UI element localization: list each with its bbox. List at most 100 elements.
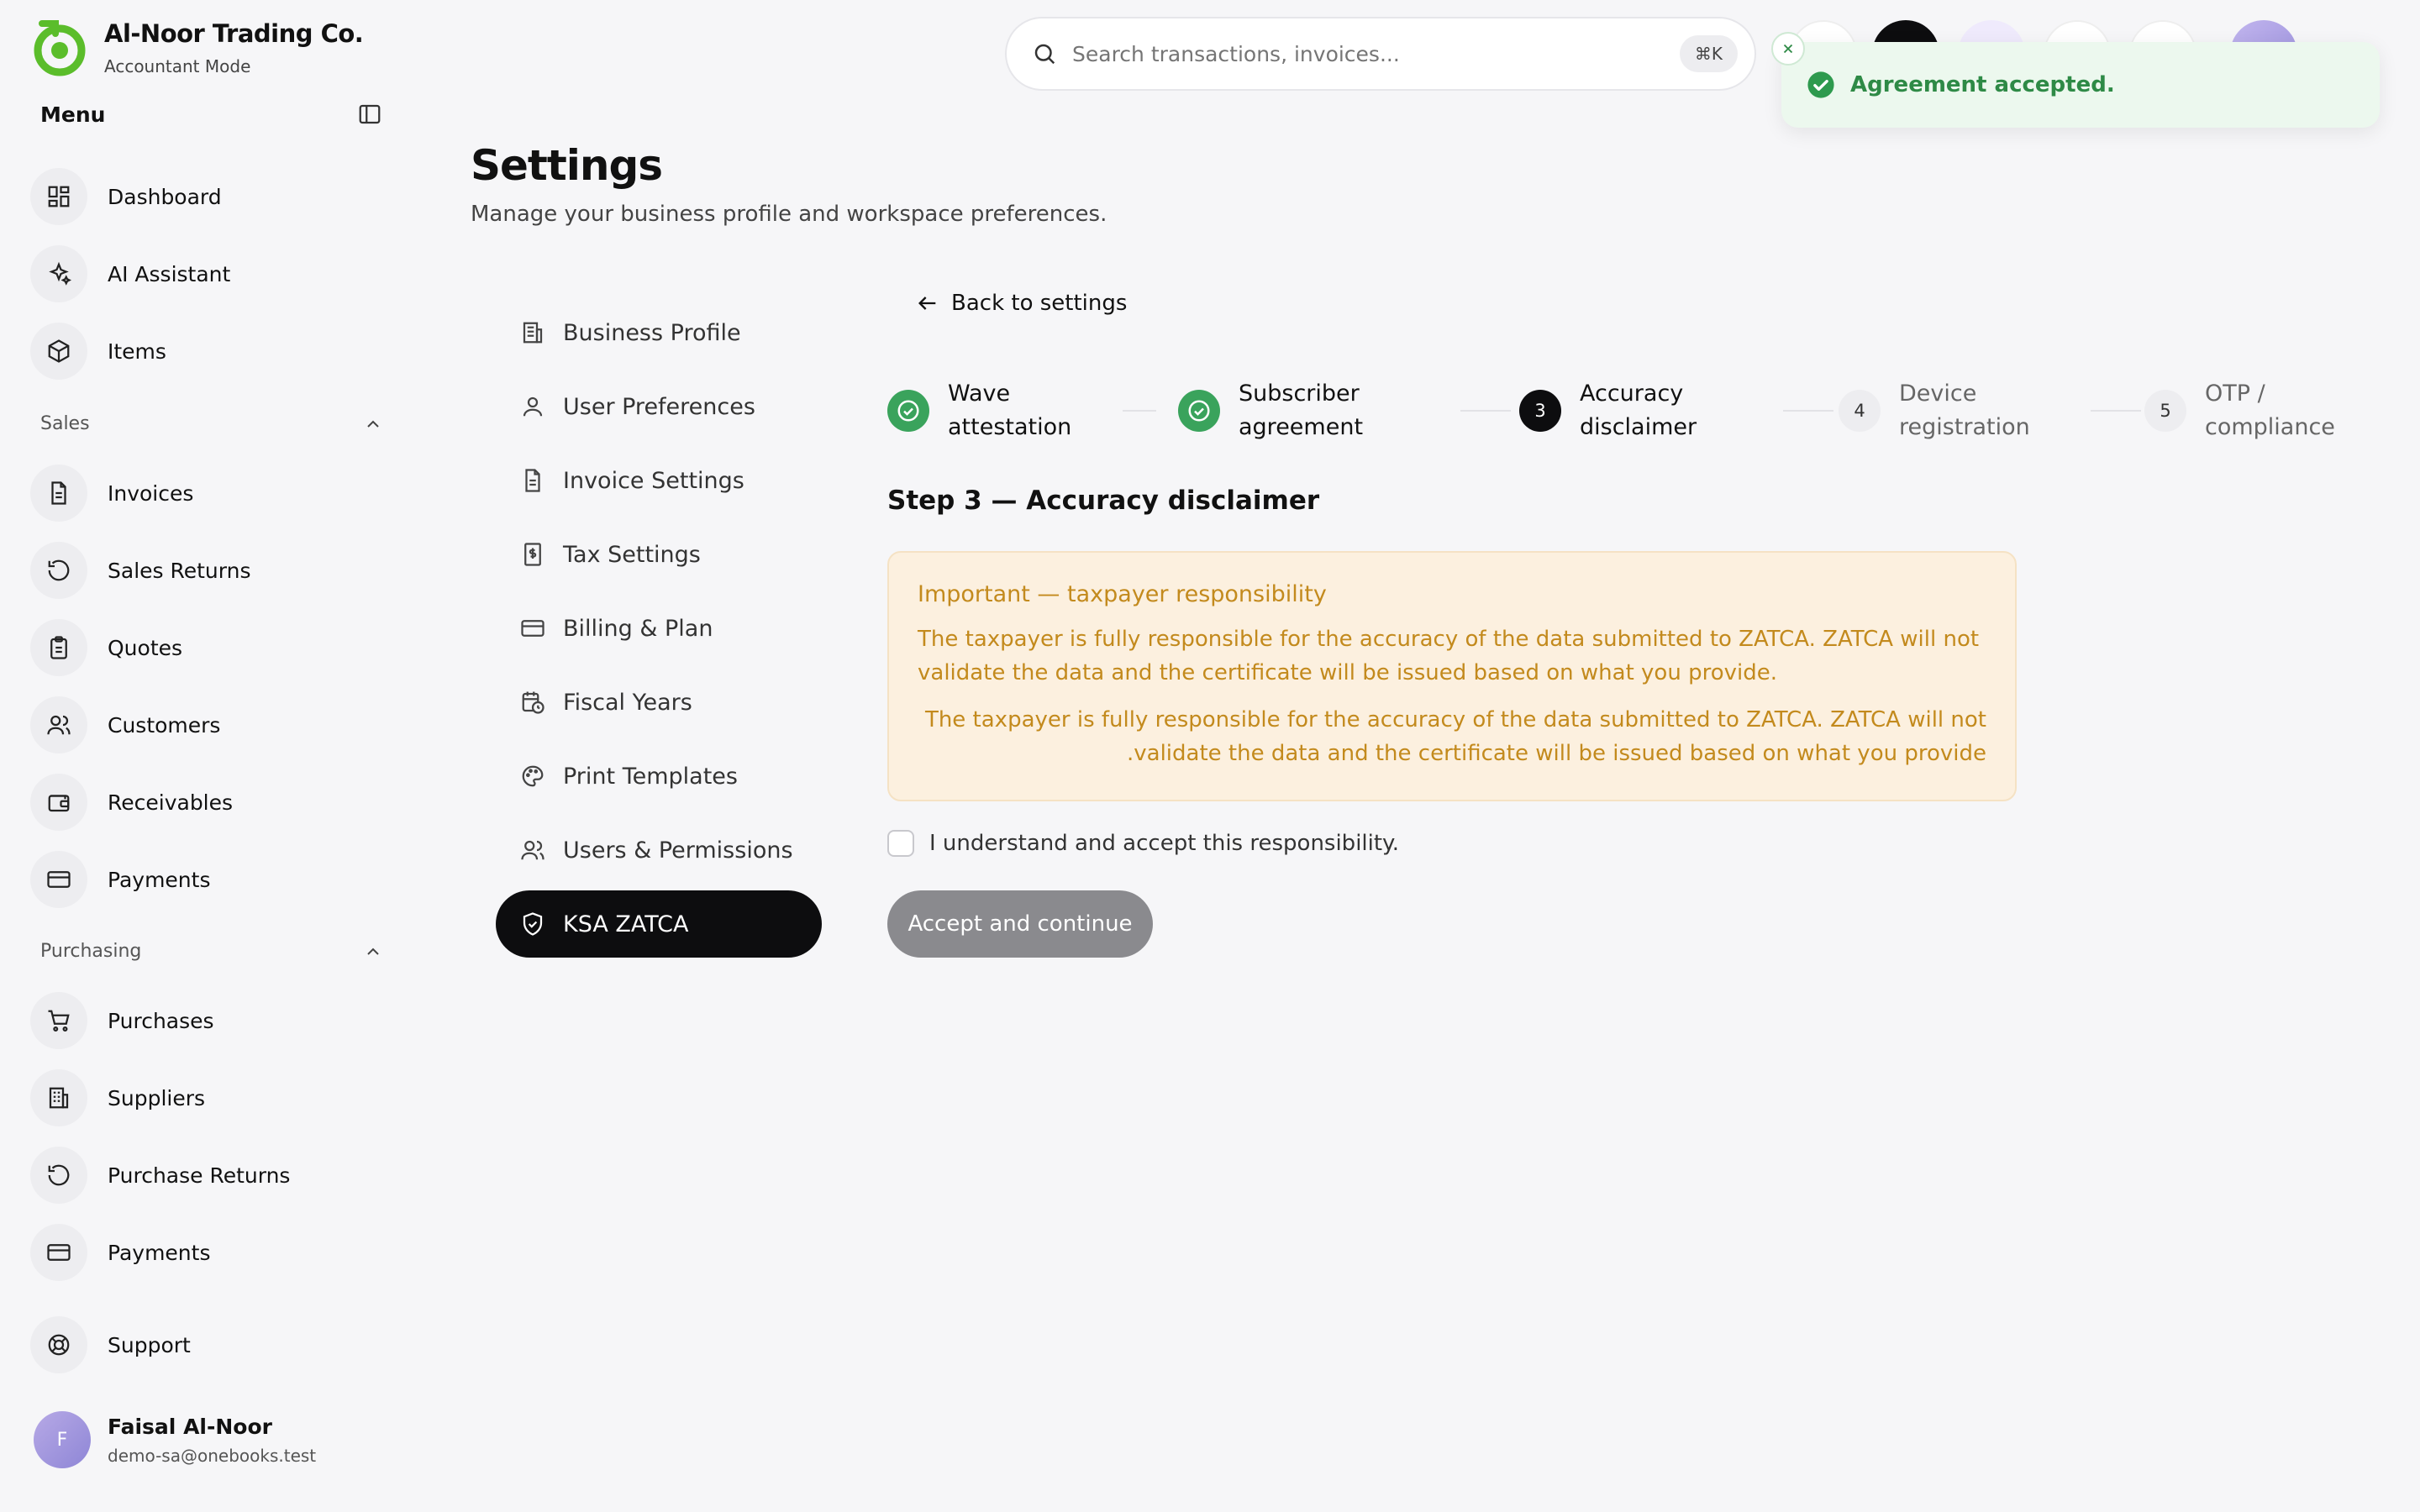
brand[interactable]: Al-Noor Trading Co. Accountant Mode [30,18,364,77]
settings-nav-users-permissions[interactable]: Users & Permissions [496,816,822,884]
step-label-line2: registration [1899,414,2030,440]
credit-card-icon [521,620,544,637]
settings-nav-label: Print Templates [563,763,738,790]
sidebar-item-label: Purchase Returns [108,1163,291,1188]
settings-nav-label: Business Profile [563,319,741,346]
settings-nav-fiscal-years[interactable]: Fiscal Years [496,669,822,736]
rotate-ccw-icon [48,1164,70,1186]
panel-left-icon [359,104,381,124]
settings-nav-label: Users & Permissions [563,837,793,864]
step-label-line2: compliance [2205,414,2335,440]
sidebar-item-label: Support [108,1332,191,1357]
menu-title: Menu [40,102,106,127]
step-label-line1: Accuracy [1580,381,1684,407]
sidebar-item-label: Receivables [108,790,234,815]
back-to-settings-link[interactable]: Back to settings [916,291,1127,316]
settings-nav-label: Fiscal Years [563,689,692,716]
sidebar-item-label: Dashboard [108,184,222,209]
sidebar-item-ai-assistant[interactable]: AI Assistant [30,241,383,307]
step-otp-compliance: 5 OTP / compliance [2144,373,2390,449]
sidebar-item-label: Invoices [108,480,194,506]
sidebar: Al-Noor Trading Co. Accountant Mode Menu… [0,0,403,1512]
step-accuracy-disclaimer: 3 Accuracy disclaimer [1519,373,1765,449]
sidebar-item-payments[interactable]: Payments [30,847,383,912]
sidebar-item-label: Payments [108,867,211,892]
chevron-up-icon [367,948,379,955]
sidebar-item-suppliers[interactable]: Suppliers [30,1065,383,1131]
settings-nav-label: Invoice Settings [563,467,744,494]
close-icon [1783,44,1793,54]
sidebar-item-dashboard[interactable]: Dashboard [30,164,383,229]
sidebar-item-receivables[interactable]: Receivables [30,769,383,835]
warning-text-rtl-line: .validate the data and the certificate w… [1127,741,1986,766]
search-input[interactable] [1072,41,1680,66]
sidebar-item-customers[interactable]: Customers [30,692,383,758]
sidebar-item-purchase-payments[interactable]: Payments [30,1220,383,1285]
success-toast: Agreement accepted. [1771,32,2380,128]
calendar-clock-icon [522,691,544,714]
credit-card-icon [47,1244,71,1261]
lifebuoy-icon [48,1334,70,1356]
settings-nav-tax-settings[interactable]: Tax Settings [496,521,822,588]
settings-nav-invoice-settings[interactable]: Invoice Settings [496,447,822,514]
warning-title: Important — taxpayer responsibility [918,581,1327,607]
settings-nav-ksa-zatca[interactable]: KSA ZATCA [496,890,822,958]
sidebar-item-label: Purchases [108,1008,214,1033]
file-text-icon [51,481,66,505]
settings-nav-billing-plan[interactable]: Billing & Plan [496,595,822,662]
section-title: Sales [40,413,90,434]
settings-nav-user-preferences[interactable]: User Preferences [496,373,822,440]
step-label-line1: Subscriber [1239,381,1360,407]
settings-nav-business-profile[interactable]: Business Profile [496,299,822,366]
step-label-line2: disclaimer [1580,414,1697,440]
user-profile[interactable]: F Faisal Al-Noor demo-sa@onebooks.test [34,1411,316,1468]
settings-nav: Business Profile User Preferences Invoic… [496,299,822,964]
step-wave-attestation: Wave attestation [887,373,1133,449]
file-text-icon [525,469,540,492]
accept-responsibility-checkbox[interactable] [887,830,914,857]
sidebar-item-purchases[interactable]: Purchases [30,988,383,1053]
sidebar-item-quotes[interactable]: Quotes [30,615,383,680]
sidebar-collapse-button[interactable] [356,101,383,128]
step-heading: Step 3 — Accuracy disclaimer [887,486,1320,516]
box-icon [48,339,70,363]
brand-mode: Accountant Mode [104,56,251,76]
step-number: 5 [2144,390,2186,432]
user-email: demo-sa@onebooks.test [108,1445,317,1466]
settings-nav-label: KSA ZATCA [563,911,689,937]
section-sales-header[interactable]: Sales [40,413,383,434]
page-subtitle: Manage your business profile and workspa… [471,202,1107,227]
sparkles-icon [49,261,71,286]
sidebar-item-purchase-returns[interactable]: Purchase Returns [30,1142,383,1208]
warning-text: The taxpayer is fully responsible for th… [918,627,1980,685]
sidebar-item-label: Items [108,339,166,364]
search-shortcut: ⌘K [1679,35,1738,72]
settings-nav-label: Billing & Plan [563,615,713,642]
step-label-line2: agreement [1239,414,1364,440]
check-circle-icon [1188,400,1210,422]
rotate-ccw-icon [48,559,70,581]
sidebar-item-invoices[interactable]: Invoices [30,460,383,526]
sidebar-item-label: Quotes [108,635,183,660]
accept-responsibility-row[interactable]: I understand and accept this responsibil… [887,830,1399,857]
step-subscriber-agreement: Subscriber agreement [1178,373,1423,449]
warning-text-rtl: The taxpayer is fully responsible for th… [918,703,1986,770]
chevron-up-icon [367,420,379,428]
back-label: Back to settings [951,291,1128,316]
global-search[interactable]: ⌘K [1005,17,1756,91]
sidebar-item-sales-returns[interactable]: Sales Returns [30,538,383,603]
toast-close-button[interactable] [1771,32,1805,66]
palette-icon [522,765,544,787]
settings-nav-label: Tax Settings [563,541,701,568]
brand-logo-icon [34,20,86,76]
section-purchasing-header[interactable]: Purchasing [40,941,383,962]
settings-nav-print-templates[interactable]: Print Templates [496,743,822,810]
step-label-line2: attestation [948,414,1072,440]
sidebar-item-support[interactable]: Support [30,1312,383,1378]
section-title: Purchasing [40,941,142,962]
users-icon [47,715,71,735]
check-circle-icon [897,400,919,422]
user-icon [523,396,543,417]
sidebar-item-items[interactable]: Items [30,318,383,384]
accept-continue-button[interactable]: Accept and continue [887,890,1153,958]
